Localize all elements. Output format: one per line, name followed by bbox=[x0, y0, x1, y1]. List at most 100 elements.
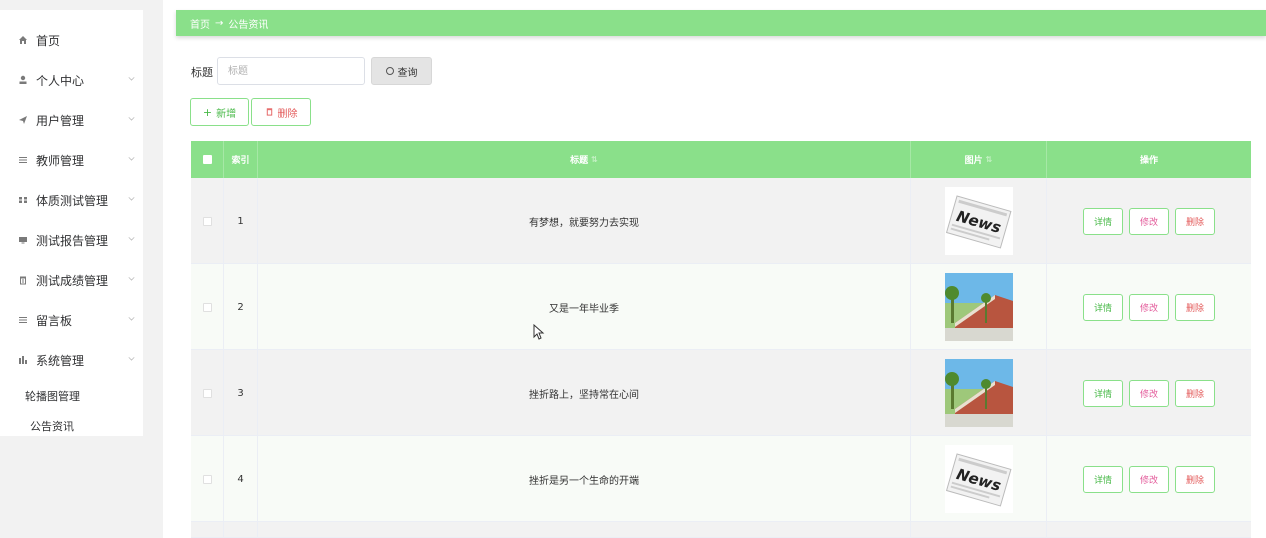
column-header-image[interactable]: 图片 ⇅ bbox=[911, 141, 1047, 178]
sidebar-item-teachers[interactable]: 教师管理 bbox=[0, 140, 143, 180]
select-all-cell bbox=[191, 141, 224, 178]
sidebar: 首页 个人中心 用户管理 教师管理 体质测试管理 测试报告管理 测试成绩管理 留… bbox=[0, 0, 163, 538]
query-button[interactable]: 查询 bbox=[371, 57, 432, 85]
mouse-cursor-icon bbox=[533, 324, 545, 340]
sidebar-item-label: 体质测试管理 bbox=[36, 193, 109, 208]
delete-button[interactable]: 删除 bbox=[1175, 465, 1215, 493]
row-title: 有梦想，就要努力去实现 bbox=[258, 178, 911, 264]
search-input[interactable] bbox=[217, 57, 365, 85]
row-checkbox-cell bbox=[191, 522, 224, 538]
campus-thumbnail[interactable] bbox=[944, 359, 1013, 427]
sidebar-item-test-scores[interactable]: 测试成绩管理 bbox=[0, 260, 143, 300]
campus-thumbnail[interactable] bbox=[944, 273, 1013, 341]
row-checkbox-cell bbox=[191, 264, 224, 350]
chevron-down-icon bbox=[128, 314, 135, 321]
home-icon bbox=[16, 33, 30, 47]
sidebar-item-label: 系统管理 bbox=[36, 353, 85, 368]
sidebar-item-home[interactable]: 首页 bbox=[0, 20, 143, 60]
sidebar-item-label: 用户管理 bbox=[36, 113, 85, 128]
column-header-index: 索引 bbox=[224, 141, 258, 178]
news-thumbnail[interactable]: News bbox=[944, 445, 1013, 513]
row-checkbox-cell bbox=[191, 350, 224, 436]
sidebar-menu: 首页 个人中心 用户管理 教师管理 体质测试管理 测试报告管理 测试成绩管理 留… bbox=[0, 10, 143, 436]
chevron-down-icon bbox=[128, 74, 135, 81]
breadcrumb-current: 公告资讯 bbox=[228, 19, 269, 31]
add-button-label: 新增 bbox=[216, 108, 237, 120]
table-row: 4 挫折是另一个生命的开端 News 详情 修改 删除 bbox=[191, 436, 1251, 522]
chevron-down-icon bbox=[128, 354, 135, 361]
send-icon bbox=[16, 113, 30, 127]
edit-button[interactable]: 修改 bbox=[1129, 207, 1169, 235]
chevron-down-icon bbox=[128, 234, 135, 241]
sidebar-item-personal[interactable]: 个人中心 bbox=[0, 60, 143, 100]
sidebar-item-fitness-test[interactable]: 体质测试管理 bbox=[0, 180, 143, 220]
row-image-cell bbox=[911, 264, 1047, 350]
sidebar-subitem-carousel[interactable]: 轮播图管理 bbox=[0, 381, 143, 411]
column-header-label: 索引 bbox=[231, 156, 250, 166]
table-row: 1 有梦想，就要努力去实现 News 详情 修改 删除 bbox=[191, 178, 1251, 264]
row-title: 挫折路上，坚持常在心间 bbox=[258, 350, 911, 436]
sidebar-subitem-announcements[interactable]: 公告资讯 bbox=[0, 411, 143, 441]
row-ops: 详情 修改 删除 bbox=[1047, 436, 1251, 522]
add-button[interactable]: + 新增 bbox=[190, 98, 249, 126]
row-ops: 详情 修改 删除 bbox=[1047, 350, 1251, 436]
delete-button[interactable]: 删除 bbox=[1175, 379, 1215, 407]
sidebar-subitem-label: 轮播图管理 bbox=[25, 390, 80, 403]
chevron-down-icon bbox=[128, 274, 135, 281]
search-icon bbox=[385, 67, 394, 75]
sort-icon[interactable]: ⇅ bbox=[986, 155, 993, 164]
edit-button[interactable]: 修改 bbox=[1129, 465, 1169, 493]
sidebar-item-system[interactable]: 系统管理 bbox=[0, 340, 143, 380]
row-index-cell bbox=[224, 522, 258, 538]
table-row: 3 挫折路上，坚持常在心间 详情 修改 删除 bbox=[191, 350, 1251, 436]
row-checkbox-cell bbox=[191, 436, 224, 522]
detail-button[interactable]: 详情 bbox=[1083, 207, 1123, 235]
sort-icon[interactable]: ⇅ bbox=[591, 155, 598, 164]
row-index: 4 bbox=[224, 436, 258, 522]
chevron-down-icon bbox=[128, 154, 135, 161]
detail-button[interactable]: 详情 bbox=[1083, 293, 1123, 321]
column-header-label: 操作 bbox=[1139, 156, 1158, 166]
news-thumbnail[interactable]: News bbox=[944, 187, 1013, 255]
detail-button[interactable]: 详情 bbox=[1083, 379, 1123, 407]
row-index: 3 bbox=[224, 350, 258, 436]
sidebar-item-label: 测试报告管理 bbox=[36, 233, 109, 248]
trash-icon bbox=[265, 106, 274, 119]
row-checkbox[interactable] bbox=[202, 474, 212, 484]
row-index: 1 bbox=[224, 178, 258, 264]
detail-button[interactable]: 详情 bbox=[1083, 465, 1123, 493]
edit-button[interactable]: 修改 bbox=[1129, 293, 1169, 321]
bulk-delete-button-label: 删除 bbox=[277, 108, 298, 120]
row-index: 2 bbox=[224, 264, 258, 350]
edit-button[interactable]: 修改 bbox=[1129, 379, 1169, 407]
sidebar-item-label: 测试成绩管理 bbox=[36, 273, 109, 288]
chart-icon bbox=[16, 353, 30, 367]
row-checkbox[interactable] bbox=[202, 216, 212, 226]
select-all-checkbox[interactable] bbox=[202, 155, 212, 164]
sidebar-item-test-report[interactable]: 测试报告管理 bbox=[0, 220, 143, 260]
row-checkbox[interactable] bbox=[202, 302, 212, 312]
sidebar-item-label: 教师管理 bbox=[36, 153, 85, 168]
breadcrumb-separator: → bbox=[215, 17, 224, 29]
chevron-down-icon bbox=[128, 114, 135, 121]
row-image-cell: News bbox=[911, 436, 1047, 522]
sidebar-item-users[interactable]: 用户管理 bbox=[0, 100, 143, 140]
column-header-label: 标题 bbox=[570, 156, 589, 166]
row-title-cell bbox=[258, 522, 911, 538]
row-title: 又是一年毕业季 bbox=[258, 264, 911, 350]
bulk-delete-button[interactable]: 删除 bbox=[251, 98, 311, 126]
breadcrumb-home[interactable]: 首页 bbox=[190, 16, 210, 31]
column-header-title[interactable]: 标题 ⇅ bbox=[258, 141, 911, 178]
row-ops: 详情 修改 删除 bbox=[1047, 178, 1251, 264]
delete-button[interactable]: 删除 bbox=[1175, 293, 1215, 321]
plus-icon: + bbox=[202, 105, 213, 119]
list-icon bbox=[16, 313, 30, 327]
sidebar-item-message-board[interactable]: 留言板 bbox=[0, 300, 143, 340]
row-checkbox[interactable] bbox=[202, 388, 212, 398]
row-image-cell bbox=[911, 522, 1047, 538]
sidebar-subitem-label: 公告资讯 bbox=[30, 420, 74, 433]
table-row: 2 又是一年毕业季 详情 修改 删除 bbox=[191, 264, 1251, 350]
table-row bbox=[191, 522, 1251, 538]
query-button-label: 查询 bbox=[397, 67, 418, 79]
delete-button[interactable]: 删除 bbox=[1175, 207, 1215, 235]
